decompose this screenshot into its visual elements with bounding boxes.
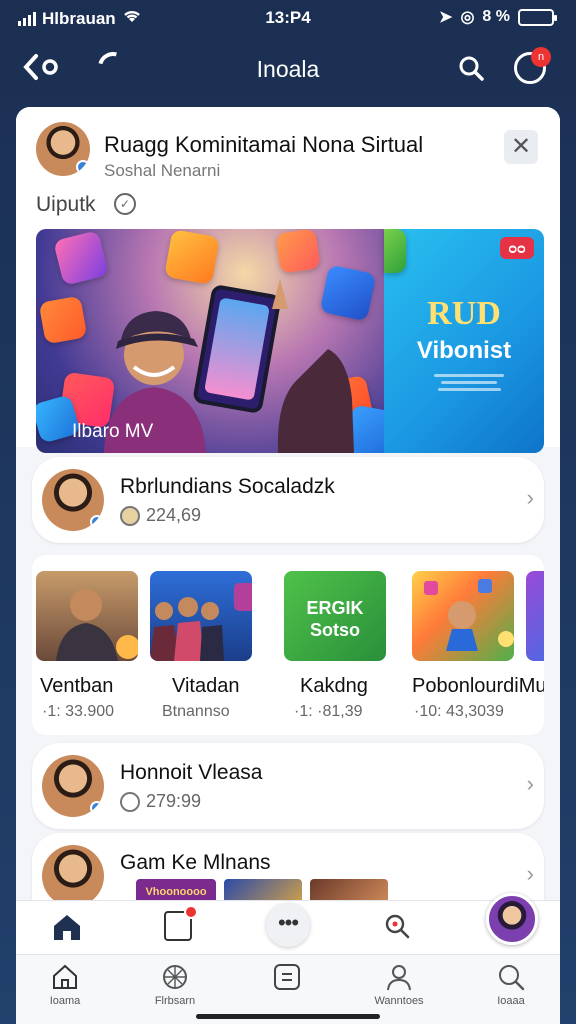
tab-home[interactable]: Ioama xyxy=(20,963,110,1007)
nav-bar: Inoala n xyxy=(0,40,576,100)
compass-icon xyxy=(161,963,189,991)
home-icon[interactable] xyxy=(52,913,82,941)
chevron-right-icon: › xyxy=(526,485,534,510)
search-icon[interactable] xyxy=(384,913,410,939)
list-item[interactable]: Honnoit Vleasa 279:99 › xyxy=(32,743,544,829)
tab-label: Flrbsarn xyxy=(154,995,196,1007)
thumbnail-text: ERGIK Sotso xyxy=(306,598,364,640)
list-item[interactable]: Rbrlundians Socaladzk 224,69 › xyxy=(32,457,544,543)
home-icon xyxy=(51,963,79,991)
list-item-count: 279:99 xyxy=(146,791,202,811)
inbox-icon xyxy=(273,963,301,991)
more-button[interactable]: ••• xyxy=(266,903,310,947)
app-icon xyxy=(384,229,406,273)
alarm-icon: ◎ xyxy=(460,9,475,26)
banner-title: RUD xyxy=(427,295,501,332)
verified-icon xyxy=(90,515,104,529)
avatar xyxy=(42,469,104,531)
avatar xyxy=(42,845,104,907)
verified-icon xyxy=(90,801,104,815)
list-item-title: Rbrlundians Socaladzk xyxy=(120,475,335,498)
thumbnail-label: Kakdng xyxy=(300,675,368,697)
user-icon xyxy=(120,505,140,526)
thumbnail-sub: ·1: ·81,39 xyxy=(294,703,363,720)
community-header: Ruagg Kominitamai Nona Sirtual Soshal Ne… xyxy=(16,107,560,453)
banner-fine-print xyxy=(434,374,504,395)
thumbnail-label: Ventban xyxy=(40,675,114,697)
avatar xyxy=(42,755,104,817)
close-icon: ✕ xyxy=(510,133,532,160)
profile-avatar[interactable] xyxy=(486,893,538,945)
tab-label: Wanntoes xyxy=(374,995,424,1007)
info-icon[interactable]: ✓ xyxy=(114,193,136,215)
battery-icon xyxy=(518,8,557,26)
notification-badge xyxy=(184,905,198,919)
thumbnail-image[interactable]: ERGIK Sotso xyxy=(284,571,386,661)
clock-icon xyxy=(120,791,140,812)
thumbnail-strip: ERGIK Sotso Ventban ·1: 33.900 Vitadan B… xyxy=(32,555,544,735)
community-title: Ruagg Kominitamai Nona Sirtual xyxy=(104,132,424,157)
chevron-right-icon: › xyxy=(526,861,534,886)
avatar[interactable] xyxy=(36,122,90,176)
profile-icon xyxy=(385,963,413,991)
action-bar: ••• xyxy=(16,893,560,954)
app-icon xyxy=(275,229,321,274)
document-icon[interactable] xyxy=(164,905,198,941)
community-subtitle: Soshal Nenarni xyxy=(104,161,221,180)
tab-profile[interactable]: Wanntoes xyxy=(354,963,444,1007)
location-icon: ➤ xyxy=(439,9,453,26)
tab-inbox[interactable] xyxy=(242,963,332,995)
app-icon xyxy=(164,229,220,285)
thumbnail-image[interactable] xyxy=(526,571,544,661)
thumbnail-image[interactable] xyxy=(412,571,514,661)
notification-icon[interactable]: n xyxy=(514,47,551,84)
person-arm-illustration xyxy=(272,279,354,453)
banner-image: Ilbaro MV xyxy=(36,229,409,453)
app-icon xyxy=(53,230,109,286)
search-icon[interactable] xyxy=(458,55,484,81)
verified-icon xyxy=(76,160,90,174)
tab-explore[interactable]: Flrbsarn xyxy=(130,963,220,1007)
banner-subtitle: Vibonist xyxy=(416,337,512,364)
app-icon xyxy=(38,295,88,345)
list-item-count: 224,69 xyxy=(146,505,202,525)
featured-banner[interactable]: Ilbaro MV ᴑᴑ RUD Vibonist xyxy=(36,229,544,453)
main-card: Ruagg Kominitamai Nona Sirtual Soshal Ne… xyxy=(16,107,560,1024)
battery-percent: 8 % xyxy=(482,8,510,25)
page-title: Inoala xyxy=(256,56,320,82)
list-item-title: Gam Ke Mlnans xyxy=(120,851,271,874)
thumbnail-label: PobonlourdiMu xyxy=(412,675,544,697)
tab-label: Ioama xyxy=(49,995,81,1007)
ellipsis-icon: ••• xyxy=(277,910,299,935)
section-label: Uiputk xyxy=(36,193,96,216)
notification-badge: n xyxy=(531,47,551,67)
thumbnail-sub: Btnannso xyxy=(162,703,230,720)
close-button[interactable]: ✕ xyxy=(504,130,538,164)
search-icon xyxy=(497,963,525,991)
home-indicator xyxy=(196,1014,380,1019)
thumbnail-image[interactable] xyxy=(36,571,138,661)
list-item-meta: 224,69 xyxy=(120,505,201,526)
status-bar: Hlbrauan 13:P4 ➤ ◎ 8 % xyxy=(0,0,576,36)
banner-badge: ᴑᴑ xyxy=(500,237,534,259)
thumbnail-label: Vitadan xyxy=(172,675,240,697)
list-item-meta: 279:99 xyxy=(120,791,201,812)
tab-label: Ioaaa xyxy=(497,995,525,1007)
thumbnail-sub: ·10: 43,3039 xyxy=(414,703,504,720)
status-right: ➤ ◎ 8 % xyxy=(439,7,557,27)
thumbnail-sub: ·1: 33.900 xyxy=(42,703,115,720)
list-item-title: Honnoit Vleasa xyxy=(120,761,263,784)
thumbnail-image[interactable] xyxy=(150,571,252,661)
chevron-right-icon: › xyxy=(526,771,534,796)
tab-search[interactable]: Ioaaa xyxy=(466,963,556,1007)
banner-caption: Ilbaro MV xyxy=(72,421,154,442)
